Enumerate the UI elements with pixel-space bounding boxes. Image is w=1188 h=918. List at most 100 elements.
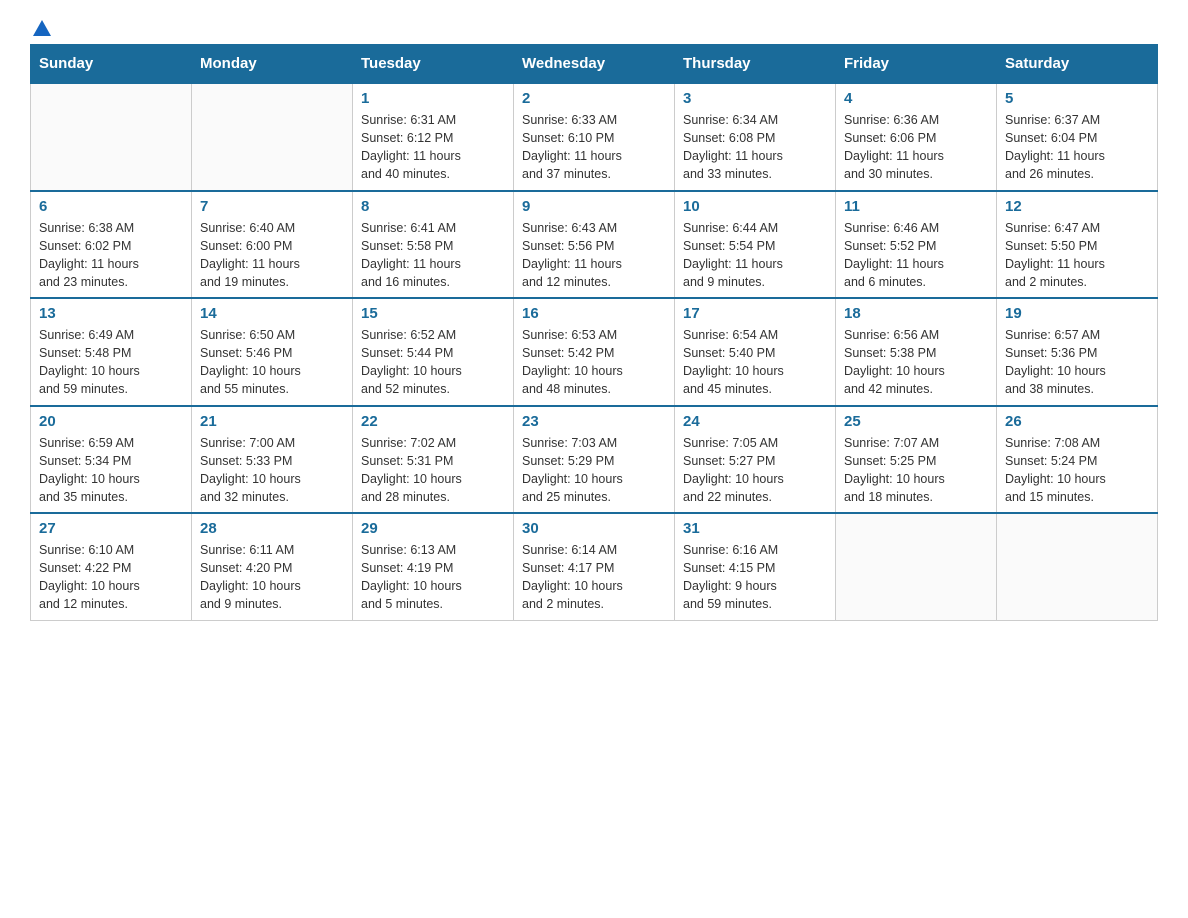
- day-number: 7: [200, 198, 344, 215]
- column-header-tuesday: Tuesday: [353, 45, 514, 84]
- calendar-cell: 10Sunrise: 6:44 AMSunset: 5:54 PMDayligh…: [675, 191, 836, 299]
- day-number: 11: [844, 198, 988, 215]
- calendar-cell: 11 Sunrise: 6:46 AMSunset: 5:52 PMDayligh…: [836, 191, 997, 299]
- calendar-cell: 2Sunrise: 6:33 AMSunset: 6:10 PMDaylight…: [514, 83, 675, 191]
- calendar-cell: 13 Sunrise: 6:49 AMSunset: 5:48 PMDayligh…: [31, 298, 192, 406]
- day-info: Sunrise: 7:00 AMSunset: 5:33 PMDaylight:…: [200, 434, 344, 507]
- day-number: 24: [683, 413, 827, 430]
- column-header-friday: Friday: [836, 45, 997, 84]
- week-row-1: 1 Sunrise: 6:31 AMSunset: 6:12 PMDaylight…: [31, 83, 1158, 191]
- day-info: Sunrise: 6:50 AMSunset: 5:46 PMDaylight:…: [200, 326, 344, 399]
- day-info: Sunrise: 6:46 AMSunset: 5:52 PMDaylight:…: [844, 219, 988, 292]
- day-info: Sunrise: 6:57 AMSunset: 5:36 PMDaylight:…: [1005, 326, 1149, 399]
- column-header-monday: Monday: [192, 45, 353, 84]
- day-number: 16: [522, 305, 666, 322]
- calendar-cell: 31 Sunrise: 6:16 AMSunset: 4:15 PMDayligh…: [675, 513, 836, 620]
- day-info: Sunrise: 6:34 AMSunset: 6:08 PMDaylight:…: [683, 111, 827, 184]
- day-number: 9: [522, 198, 666, 215]
- day-info: Sunrise: 6:10 AMSunset: 4:22 PMDaylight:…: [39, 541, 183, 614]
- day-number: 5: [1005, 90, 1149, 107]
- calendar-cell: 18 Sunrise: 6:56 AMSunset: 5:38 PMDayligh…: [836, 298, 997, 406]
- calendar-cell: 26 Sunrise: 7:08 AMSunset: 5:24 PMDayligh…: [997, 406, 1158, 514]
- logo-triangle-icon: [33, 20, 51, 36]
- day-number: 27: [39, 520, 183, 537]
- week-row-4: 20 Sunrise: 6:59 AMSunset: 5:34 PMDayligh…: [31, 406, 1158, 514]
- day-number: 12: [1005, 198, 1149, 215]
- day-info: Sunrise: 6:16 AMSunset: 4:15 PMDaylight:…: [683, 541, 827, 614]
- day-info: Sunrise: 6:43 AMSunset: 5:56 PMDaylight:…: [522, 219, 666, 292]
- day-info: Sunrise: 7:07 AMSunset: 5:25 PMDaylight:…: [844, 434, 988, 507]
- day-info: Sunrise: 7:08 AMSunset: 5:24 PMDaylight:…: [1005, 434, 1149, 507]
- day-info: Sunrise: 6:59 AMSunset: 5:34 PMDaylight:…: [39, 434, 183, 507]
- day-number: 23: [522, 413, 666, 430]
- day-number: 25: [844, 413, 988, 430]
- day-number: 3: [683, 90, 827, 107]
- column-header-sunday: Sunday: [31, 45, 192, 84]
- calendar-cell: 24 Sunrise: 7:05 AMSunset: 5:27 PMDayligh…: [675, 406, 836, 514]
- week-row-2: 6 Sunrise: 6:38 AMSunset: 6:02 PMDaylight…: [31, 191, 1158, 299]
- column-header-thursday: Thursday: [675, 45, 836, 84]
- calendar-cell: 25 Sunrise: 7:07 AMSunset: 5:25 PMDayligh…: [836, 406, 997, 514]
- day-number: 8: [361, 198, 505, 215]
- calendar-cell: 14 Sunrise: 6:50 AMSunset: 5:46 PMDayligh…: [192, 298, 353, 406]
- day-number: 19: [1005, 305, 1149, 322]
- day-number: 13: [39, 305, 183, 322]
- day-info: Sunrise: 6:38 AMSunset: 6:02 PMDaylight:…: [39, 219, 183, 292]
- day-number: 20: [39, 413, 183, 430]
- day-info: Sunrise: 6:13 AMSunset: 4:19 PMDaylight:…: [361, 541, 505, 614]
- calendar-cell: 1 Sunrise: 6:31 AMSunset: 6:12 PMDaylight…: [353, 83, 514, 191]
- calendar-cell: [997, 513, 1158, 620]
- day-info: Sunrise: 6:54 AMSunset: 5:40 PMDaylight:…: [683, 326, 827, 399]
- day-info: Sunrise: 6:52 AMSunset: 5:44 PMDaylight:…: [361, 326, 505, 399]
- calendar-cell: 16 Sunrise: 6:53 AMSunset: 5:42 PMDayligh…: [514, 298, 675, 406]
- calendar-cell: 6 Sunrise: 6:38 AMSunset: 6:02 PMDaylight…: [31, 191, 192, 299]
- calendar-cell: 29 Sunrise: 6:13 AMSunset: 4:19 PMDayligh…: [353, 513, 514, 620]
- day-info: Sunrise: 6:36 AMSunset: 6:06 PMDaylight:…: [844, 111, 988, 184]
- calendar-cell: [31, 83, 192, 191]
- logo: [30, 20, 51, 34]
- day-info: Sunrise: 6:40 AMSunset: 6:00 PMDaylight:…: [200, 219, 344, 292]
- calendar-cell: 23 Sunrise: 7:03 AMSunset: 5:29 PMDayligh…: [514, 406, 675, 514]
- calendar-cell: 7 Sunrise: 6:40 AMSunset: 6:00 PMDaylight…: [192, 191, 353, 299]
- column-header-wednesday: Wednesday: [514, 45, 675, 84]
- calendar-cell: [192, 83, 353, 191]
- day-info: Sunrise: 6:47 AMSunset: 5:50 PMDaylight:…: [1005, 219, 1149, 292]
- day-number: 21: [200, 413, 344, 430]
- week-row-3: 13 Sunrise: 6:49 AMSunset: 5:48 PMDayligh…: [31, 298, 1158, 406]
- column-header-saturday: Saturday: [997, 45, 1158, 84]
- day-info: Sunrise: 7:03 AMSunset: 5:29 PMDaylight:…: [522, 434, 666, 507]
- day-info: Sunrise: 6:11 AMSunset: 4:20 PMDaylight:…: [200, 541, 344, 614]
- day-number: 4: [844, 90, 988, 107]
- calendar-header-row: SundayMondayTuesdayWednesdayThursdayFrid…: [31, 45, 1158, 84]
- calendar-cell: 12 Sunrise: 6:47 AMSunset: 5:50 PMDayligh…: [997, 191, 1158, 299]
- page-header: [30, 20, 1158, 34]
- day-info: Sunrise: 6:49 AMSunset: 5:48 PMDaylight:…: [39, 326, 183, 399]
- day-info: Sunrise: 6:37 AMSunset: 6:04 PMDaylight:…: [1005, 111, 1149, 184]
- calendar-cell: 21 Sunrise: 7:00 AMSunset: 5:33 PMDayligh…: [192, 406, 353, 514]
- day-number: 31: [683, 520, 827, 537]
- calendar-cell: 28 Sunrise: 6:11 AMSunset: 4:20 PMDayligh…: [192, 513, 353, 620]
- day-number: 10: [683, 198, 827, 215]
- calendar-cell: [836, 513, 997, 620]
- day-number: 14: [200, 305, 344, 322]
- day-number: 6: [39, 198, 183, 215]
- calendar-cell: 19 Sunrise: 6:57 AMSunset: 5:36 PMDayligh…: [997, 298, 1158, 406]
- day-info: Sunrise: 6:53 AMSunset: 5:42 PMDaylight:…: [522, 326, 666, 399]
- calendar-cell: 17Sunrise: 6:54 AMSunset: 5:40 PMDayligh…: [675, 298, 836, 406]
- day-number: 1: [361, 90, 505, 107]
- day-info: Sunrise: 6:31 AMSunset: 6:12 PMDaylight:…: [361, 111, 505, 184]
- day-number: 28: [200, 520, 344, 537]
- day-number: 18: [844, 305, 988, 322]
- day-info: Sunrise: 7:02 AMSunset: 5:31 PMDaylight:…: [361, 434, 505, 507]
- week-row-5: 27 Sunrise: 6:10 AMSunset: 4:22 PMDayligh…: [31, 513, 1158, 620]
- calendar-cell: 20 Sunrise: 6:59 AMSunset: 5:34 PMDayligh…: [31, 406, 192, 514]
- day-info: Sunrise: 6:41 AMSunset: 5:58 PMDaylight:…: [361, 219, 505, 292]
- day-info: Sunrise: 6:56 AMSunset: 5:38 PMDaylight:…: [844, 326, 988, 399]
- day-info: Sunrise: 6:33 AMSunset: 6:10 PMDaylight:…: [522, 111, 666, 184]
- day-info: Sunrise: 7:05 AMSunset: 5:27 PMDaylight:…: [683, 434, 827, 507]
- calendar-cell: 15Sunrise: 6:52 AMSunset: 5:44 PMDayligh…: [353, 298, 514, 406]
- day-number: 29: [361, 520, 505, 537]
- day-number: 26: [1005, 413, 1149, 430]
- calendar-cell: 8 Sunrise: 6:41 AMSunset: 5:58 PMDaylight…: [353, 191, 514, 299]
- calendar-cell: 27 Sunrise: 6:10 AMSunset: 4:22 PMDayligh…: [31, 513, 192, 620]
